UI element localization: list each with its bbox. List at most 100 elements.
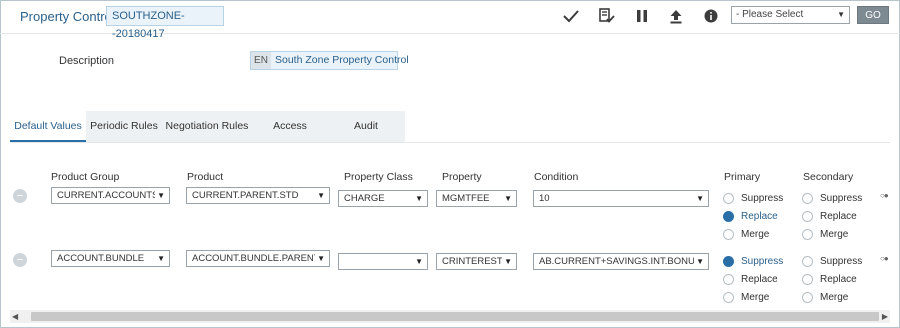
header-property: Property bbox=[442, 171, 482, 183]
tab-bar: Default Values Periodic Rules Negotiatio… bbox=[10, 111, 405, 142]
chevron-down-icon: ▼ bbox=[413, 191, 423, 206]
chevron-down-icon: ▼ bbox=[315, 188, 325, 203]
language-tag[interactable]: EN bbox=[251, 52, 271, 69]
product-group-value: ACCOUNT.BUNDLE bbox=[57, 253, 145, 264]
action-select[interactable]: - Please Select ▼ bbox=[731, 6, 850, 24]
tab-default-values[interactable]: Default Values bbox=[10, 111, 86, 142]
secondary-merge-radio[interactable]: Merge bbox=[802, 292, 848, 303]
header-property-class: Property Class bbox=[344, 171, 413, 183]
product-group-select[interactable]: ACCOUNT.BUNDLE ▼ bbox=[51, 250, 170, 267]
radio-dot bbox=[723, 211, 734, 222]
radio-dot bbox=[802, 256, 813, 267]
radio-label: Suppress bbox=[820, 193, 863, 204]
tab-divider bbox=[10, 142, 890, 143]
property-class-select[interactable]: CHARGE ▼ bbox=[338, 190, 428, 207]
radio-label: Suppress bbox=[741, 256, 784, 267]
property-value: CRINTEREST bbox=[442, 256, 503, 267]
radio-label: Replace bbox=[741, 274, 778, 285]
scroll-left-icon[interactable]: ◀ bbox=[12, 312, 18, 321]
header-condition: Condition bbox=[534, 171, 579, 183]
radio-dot bbox=[723, 193, 734, 204]
chevron-down-icon: ▼ bbox=[502, 254, 512, 269]
primary-replace-radio[interactable]: Replace bbox=[723, 274, 778, 285]
condition-select[interactable]: AB.CURRENT+SAVINGS.INT.BONUS ▼ bbox=[533, 253, 709, 270]
primary-replace-radio[interactable]: Replace bbox=[723, 211, 778, 222]
chevron-down-icon: ▼ bbox=[502, 191, 512, 206]
secondary-suppress-radio[interactable]: Suppress bbox=[802, 193, 862, 204]
action-select-value: - Please Select bbox=[736, 9, 804, 20]
condition-value: AB.CURRENT+SAVINGS.INT.BONUS bbox=[539, 256, 702, 267]
description-value: South Zone Property Control bbox=[275, 54, 409, 66]
description-label: Description bbox=[59, 55, 115, 67]
scroll-right-icon[interactable]: ▶ bbox=[882, 312, 888, 321]
radio-dot bbox=[802, 229, 813, 240]
primary-merge-radio[interactable]: Merge bbox=[723, 292, 769, 303]
radio-label: Merge bbox=[741, 292, 770, 303]
record-id-field[interactable]: SOUTHZONE--20180417 bbox=[106, 6, 224, 40]
property-select[interactable]: MGMTFEE ▼ bbox=[436, 190, 517, 207]
radio-label: Suppress bbox=[820, 256, 863, 267]
header-product: Product bbox=[187, 171, 224, 183]
edit-validate-icon[interactable] bbox=[597, 6, 617, 26]
property-class-value: CHARGE bbox=[344, 193, 385, 204]
radio-label: Suppress bbox=[741, 193, 784, 204]
remove-row-icon[interactable]: − bbox=[13, 189, 27, 203]
radio-dot bbox=[723, 229, 734, 240]
go-button[interactable]: GO bbox=[857, 6, 889, 24]
chevron-down-icon: ▼ bbox=[315, 251, 325, 266]
radio-label: Merge bbox=[741, 229, 770, 240]
product-select[interactable]: CURRENT.PARENT.STD ▼ bbox=[186, 187, 330, 204]
secondary-replace-radio[interactable]: Replace bbox=[802, 211, 857, 222]
scrollbar-thumb[interactable] bbox=[31, 312, 879, 321]
radio-dot bbox=[802, 211, 813, 222]
product-group-select[interactable]: CURRENT.ACCOUNTS ▼ bbox=[51, 187, 170, 204]
chevron-down-icon: ▼ bbox=[694, 191, 704, 206]
radio-dot bbox=[723, 274, 734, 285]
tab-negotiation-rules[interactable]: Negotiation Rules bbox=[162, 111, 252, 142]
row-toggle-icon[interactable]: ○● bbox=[880, 191, 889, 200]
chevron-down-icon: ▼ bbox=[837, 10, 845, 19]
required-marker: • bbox=[108, 56, 112, 66]
product-value: ACCOUNT.BUNDLE.PARENT bbox=[192, 253, 320, 264]
upload-icon[interactable] bbox=[666, 6, 686, 26]
chevron-down-icon: ▼ bbox=[413, 254, 423, 269]
tab-periodic-rules[interactable]: Periodic Rules bbox=[86, 111, 162, 142]
check-icon[interactable] bbox=[561, 6, 581, 26]
property-class-select[interactable]: ▼ bbox=[338, 253, 428, 270]
radio-dot bbox=[802, 292, 813, 303]
product-select[interactable]: ACCOUNT.BUNDLE.PARENT ▼ bbox=[186, 250, 330, 267]
radio-label: Replace bbox=[820, 274, 857, 285]
product-group-value: CURRENT.ACCOUNTS bbox=[57, 190, 159, 201]
chevron-down-icon: ▼ bbox=[155, 251, 165, 266]
header-bar: Property Control SOUTHZONE--20180417 - P… bbox=[0, 0, 900, 40]
secondary-suppress-radio[interactable]: Suppress bbox=[802, 256, 862, 267]
header-product-group: Product Group bbox=[51, 171, 120, 183]
header-primary: Primary bbox=[724, 171, 761, 183]
primary-suppress-radio[interactable]: Suppress bbox=[723, 256, 783, 267]
chevron-down-icon: ▼ bbox=[694, 254, 704, 269]
info-icon[interactable] bbox=[701, 6, 721, 26]
radio-dot bbox=[802, 193, 813, 204]
primary-suppress-radio[interactable]: Suppress bbox=[723, 193, 783, 204]
radio-label: Merge bbox=[820, 292, 849, 303]
header-secondary: Secondary bbox=[803, 171, 854, 183]
primary-merge-radio[interactable]: Merge bbox=[723, 229, 769, 240]
description-field[interactable]: EN South Zone Property Control bbox=[250, 51, 409, 70]
horizontal-scrollbar[interactable]: ◀ ▶ bbox=[10, 310, 890, 323]
secondary-merge-radio[interactable]: Merge bbox=[802, 229, 848, 240]
radio-label: Merge bbox=[820, 229, 849, 240]
property-select[interactable]: CRINTEREST ▼ bbox=[436, 253, 517, 270]
radio-dot bbox=[802, 274, 813, 285]
radio-dot bbox=[723, 256, 734, 267]
property-value: MGMTFEE bbox=[442, 193, 490, 204]
tab-audit[interactable]: Audit bbox=[328, 111, 404, 142]
tab-access[interactable]: Access bbox=[252, 111, 328, 142]
radio-dot bbox=[723, 292, 734, 303]
condition-value: 10 bbox=[539, 193, 550, 204]
row-toggle-icon[interactable]: ○● bbox=[880, 254, 889, 263]
condition-select[interactable]: 10 ▼ bbox=[533, 190, 709, 207]
remove-row-icon[interactable]: − bbox=[13, 253, 27, 267]
chevron-down-icon: ▼ bbox=[155, 188, 165, 203]
secondary-replace-radio[interactable]: Replace bbox=[802, 274, 857, 285]
pause-icon[interactable] bbox=[632, 6, 652, 26]
